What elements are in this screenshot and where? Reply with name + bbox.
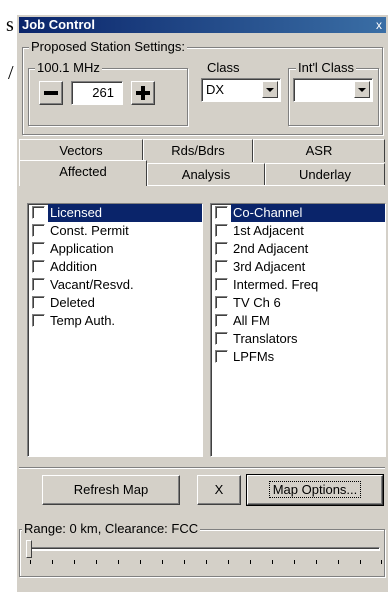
tab-vectors[interactable]: Vectors [19,139,143,162]
checkbox[interactable] [215,350,228,363]
refresh-map-button[interactable]: Refresh Map [42,475,180,505]
frequency-label: 100.1 MHz [35,60,102,75]
class-value: DX [206,82,225,97]
checkbox[interactable] [32,296,45,309]
range-slider-track[interactable] [30,547,380,551]
tab-rds-bdrs[interactable]: Rds/Bdrs [143,139,253,162]
checkbox[interactable] [215,206,228,219]
map-options-button[interactable]: Map Options... [247,475,383,505]
checkbox[interactable] [215,224,228,237]
close-icon[interactable]: x [376,17,382,33]
checkbox[interactable] [32,206,45,219]
checkbox[interactable] [215,314,228,327]
class-label: Class [205,60,242,75]
list-item[interactable]: Co-Channel [211,204,385,222]
checkbox[interactable] [215,278,228,291]
adjacency-list: Co-Channel 1st Adjacent 2nd Adjacent 3rd… [210,203,386,457]
list-item[interactable]: Addition [28,258,202,276]
status-list: Licensed Const. Permit Application Addit… [27,203,203,457]
background-char: / [8,62,14,84]
tab-affected[interactable]: Affected [19,160,147,186]
checkbox[interactable] [215,260,228,273]
list-item[interactable]: Temp Auth. [28,312,202,330]
checkbox[interactable] [215,296,228,309]
list-item[interactable]: Intermed. Freq [211,276,385,294]
class-dropdown-arrow-icon[interactable] [262,81,278,98]
list-item[interactable]: 2nd Adjacent [211,240,385,258]
checkbox[interactable] [32,224,45,237]
list-item[interactable]: Licensed [28,204,202,222]
list-item[interactable]: All FM [211,312,385,330]
title-bar[interactable]: Job Control x [19,17,386,33]
list-item[interactable]: Application [28,240,202,258]
list-item[interactable]: Vacant/Resvd. [28,276,202,294]
proposed-settings-group: Proposed Station Settings: 100.1 MHz 261… [22,40,383,135]
job-control-window: Job Control x Proposed Station Settings:… [16,14,388,592]
range-slider-thumb[interactable] [26,540,32,558]
intl-class-label: Int'l Class [296,60,356,75]
list-item[interactable]: Const. Permit [28,222,202,240]
checkbox[interactable] [32,314,45,327]
checkbox[interactable] [32,242,45,255]
channel-value: 261 [92,85,114,100]
class-dropdown[interactable]: DX [201,78,281,102]
checkbox[interactable] [215,332,228,345]
list-item[interactable]: 3rd Adjacent [211,258,385,276]
minus-icon [44,91,58,95]
list-item[interactable]: 1st Adjacent [211,222,385,240]
frequency-group: 100.1 MHz 261 [28,61,188,126]
background-char: s [6,14,14,36]
checkbox[interactable] [32,260,45,273]
channel-field[interactable]: 261 [71,81,123,105]
list-item[interactable]: LPFMs [211,348,385,366]
range-group: Range: 0 km, Clearance: FCC [19,522,385,577]
decrement-button[interactable] [39,81,63,105]
range-label: Range: 0 km, Clearance: FCC [22,521,201,536]
tab-analysis[interactable]: Analysis [147,163,265,186]
tab-asr[interactable]: ASR [253,139,385,162]
map-options-label: Map Options... [268,481,362,498]
x-button[interactable]: X [197,475,241,505]
list-item[interactable]: Deleted [28,294,202,312]
range-slider-ticks [30,560,382,566]
checkbox[interactable] [215,242,228,255]
tab-underlay[interactable]: Underlay [265,163,385,186]
increment-button[interactable] [131,81,155,105]
list-item[interactable]: TV Ch 6 [211,294,385,312]
intl-class-dropdown-arrow-icon[interactable] [354,81,370,98]
checkbox[interactable] [32,278,45,291]
window-title: Job Control [22,17,95,32]
proposed-settings-label: Proposed Station Settings: [29,39,187,54]
list-item[interactable]: Translators [211,330,385,348]
intl-class-dropdown[interactable] [293,78,373,102]
intl-class-group: Int'l Class [288,61,379,126]
